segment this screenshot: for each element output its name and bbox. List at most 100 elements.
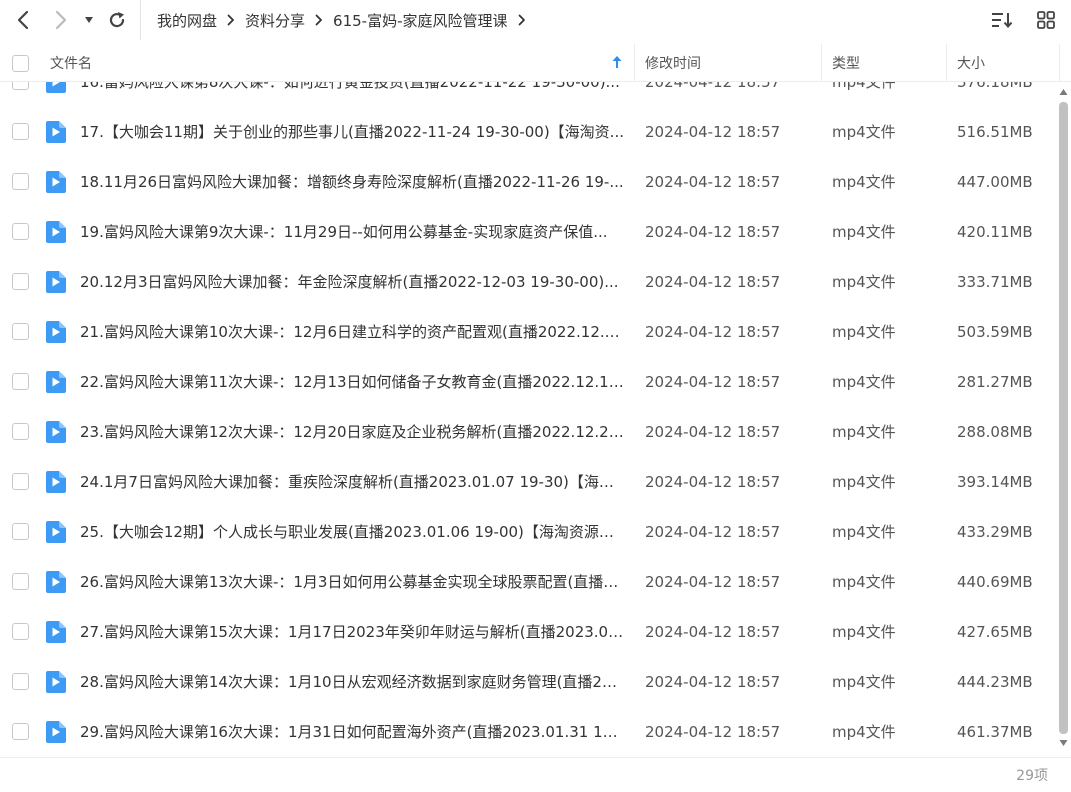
row-checkbox[interactable] <box>12 173 29 190</box>
video-file-icon <box>46 421 66 443</box>
file-type: mp4文件 <box>832 123 896 141</box>
row-checkbox[interactable] <box>12 423 29 440</box>
row-checkbox[interactable] <box>12 623 29 640</box>
table-row[interactable]: 17.【大咖会11期】关于创业的那些事儿(直播2022-11-24 19-30-… <box>0 107 1056 157</box>
file-modified-time: 2024-04-12 18:57 <box>645 723 781 741</box>
refresh-icon <box>109 12 125 28</box>
file-name[interactable]: 28.富妈风险大课第14次大课：1月10日从宏观经济数据到家庭财务管理(直播20… <box>80 657 625 707</box>
column-header-name[interactable]: 文件名 <box>50 44 630 82</box>
file-name[interactable]: 29.富妈风险大课第16次大课：1月31日如何配置海外资产(直播2023.01.… <box>80 707 625 757</box>
file-modified-time: 2024-04-12 18:57 <box>645 523 781 541</box>
row-checkbox[interactable] <box>12 573 29 590</box>
row-checkbox[interactable] <box>12 323 29 340</box>
row-checkbox[interactable] <box>12 373 29 390</box>
table-row[interactable]: 22.富妈风险大课第11次大课-：12月13日如何储备子女教育金(直播2022.… <box>0 357 1056 407</box>
file-modified-time: 2024-04-12 18:57 <box>645 123 781 141</box>
scrollbar-thumb[interactable] <box>1059 102 1068 734</box>
column-header-row: 文件名 修改时间 类型 大小 <box>0 44 1071 82</box>
table-row[interactable]: 27.富妈风险大课第15次大课：1月17日2023年癸卯年财运与解析(直播202… <box>0 607 1056 657</box>
scroll-down-arrow-icon[interactable] <box>1059 739 1068 747</box>
video-file-icon <box>46 571 66 593</box>
row-checkbox[interactable] <box>12 273 29 290</box>
file-name[interactable]: 23.富妈风险大课第12次大课-：12月20日家庭及企业税务解析(直播2022.… <box>80 407 625 457</box>
refresh-button[interactable] <box>102 5 132 35</box>
caret-down-icon <box>85 17 93 23</box>
table-row[interactable]: 20.12月3日富妈风险大课加餐：年金险深度解析(直播2022-12-03 19… <box>0 257 1056 307</box>
file-name[interactable]: 19.富妈风险大课第9次大课-：11月29日--如何用公募基金-实现家庭资产保值… <box>80 207 625 257</box>
file-size: 444.23MB <box>957 673 1033 691</box>
back-button[interactable] <box>8 5 38 35</box>
file-size: 420.11MB <box>957 223 1033 241</box>
table-row[interactable]: 19.富妈风险大课第9次大课-：11月29日--如何用公募基金-实现家庭资产保值… <box>0 207 1056 257</box>
column-header-size[interactable]: 大小 <box>957 44 985 82</box>
status-bar: 29项 <box>0 757 1071 792</box>
file-type: mp4文件 <box>832 223 896 241</box>
chevron-right-icon <box>315 14 322 26</box>
table-row[interactable]: 25.【大咖会12期】个人成长与职业发展(直播2023.01.06 19-00)… <box>0 507 1056 557</box>
vertical-scrollbar[interactable] <box>1056 82 1071 757</box>
file-name[interactable]: 24.1月7日富妈风险大课加餐：重疾险深度解析(直播2023.01.07 19-… <box>80 457 625 507</box>
breadcrumb-item-current[interactable]: 615-富妈-家庭风险管理课 <box>333 10 507 31</box>
chevron-right-icon <box>518 14 525 26</box>
file-name[interactable]: 27.富妈风险大课第15次大课：1月17日2023年癸卯年财运与解析(直播202… <box>80 607 625 657</box>
column-divider[interactable] <box>634 44 635 82</box>
file-type: mp4文件 <box>832 173 896 191</box>
file-name[interactable]: 21.富妈风险大课第10次大课-：12月6日建立科学的资产配置观(直播2022.… <box>80 307 625 357</box>
row-checkbox[interactable] <box>12 82 29 90</box>
file-size: 333.71MB <box>957 273 1033 291</box>
forward-button[interactable] <box>46 5 76 35</box>
breadcrumb-item-root[interactable]: 我的网盘 <box>157 10 217 31</box>
file-type: mp4文件 <box>832 723 896 741</box>
sort-button[interactable] <box>987 5 1017 35</box>
arrow-up-icon <box>612 56 622 68</box>
file-name[interactable]: 22.富妈风险大课第11次大课-：12月13日如何储备子女教育金(直播2022.… <box>80 357 625 407</box>
file-list: 16.富妈风险大课第8次大课-：如何进行黄金投资(直播2022-11-22 19… <box>0 82 1056 757</box>
row-checkbox[interactable] <box>12 123 29 140</box>
table-row[interactable]: 26.富妈风险大课第13次大课-：1月3日如何用公募基金实现全球股票配置(直播2… <box>0 557 1056 607</box>
table-row[interactable]: 29.富妈风险大课第16次大课：1月31日如何配置海外资产(直播2023.01.… <box>0 707 1056 757</box>
grid-view-button[interactable] <box>1031 5 1061 35</box>
file-name[interactable]: 25.【大咖会12期】个人成长与职业发展(直播2023.01.06 19-00)… <box>80 507 625 557</box>
select-all-checkbox[interactable] <box>12 54 29 72</box>
column-header-type[interactable]: 类型 <box>832 44 860 82</box>
column-divider[interactable] <box>821 44 822 82</box>
breadcrumb-separator[interactable] <box>518 14 526 26</box>
history-dropdown-button[interactable] <box>77 5 101 35</box>
file-name[interactable]: 16.富妈风险大课第8次大课-：如何进行黄金投资(直播2022-11-22 19… <box>80 82 625 107</box>
file-type: mp4文件 <box>832 373 896 391</box>
table-row[interactable]: 24.1月7日富妈风险大课加餐：重疾险深度解析(直播2023.01.07 19-… <box>0 457 1056 507</box>
file-name[interactable]: 26.富妈风险大课第13次大课-：1月3日如何用公募基金实现全球股票配置(直播2… <box>80 557 625 607</box>
breadcrumb-item-share[interactable]: 资料分享 <box>245 10 305 31</box>
table-row[interactable]: 18.11月26日富妈风险大课加餐：增额终身寿险深度解析(直播2022-11-2… <box>0 157 1056 207</box>
row-checkbox[interactable] <box>12 223 29 240</box>
column-divider[interactable] <box>946 44 947 82</box>
breadcrumb-separator <box>315 14 323 26</box>
file-name[interactable]: 20.12月3日富妈风险大课加餐：年金险深度解析(直播2022-12-03 19… <box>80 257 625 307</box>
table-row[interactable]: 28.富妈风险大课第14次大课：1月10日从宏观经济数据到家庭财务管理(直播20… <box>0 657 1056 707</box>
file-name[interactable]: 17.【大咖会11期】关于创业的那些事儿(直播2022-11-24 19-30-… <box>80 107 625 157</box>
column-header-mtime[interactable]: 修改时间 <box>645 44 701 82</box>
video-file-icon <box>46 671 66 693</box>
table-row[interactable]: 21.富妈风险大课第10次大课-：12月6日建立科学的资产配置观(直播2022.… <box>0 307 1056 357</box>
grid-view-icon <box>1037 11 1055 29</box>
file-modified-time: 2024-04-12 18:57 <box>645 573 781 591</box>
file-modified-time: 2024-04-12 18:57 <box>645 273 781 291</box>
file-size: 376.18MB <box>957 82 1033 91</box>
row-checkbox[interactable] <box>12 523 29 540</box>
breadcrumb-separator <box>227 14 235 26</box>
video-file-icon <box>46 171 66 193</box>
file-name[interactable]: 18.11月26日富妈风险大课加餐：增额终身寿险深度解析(直播2022-11-2… <box>80 157 625 207</box>
scroll-up-arrow-icon[interactable] <box>1059 88 1068 96</box>
column-header-type-label: 类型 <box>832 56 860 72</box>
file-modified-time: 2024-04-12 18:57 <box>645 623 781 641</box>
file-size: 393.14MB <box>957 473 1033 491</box>
row-checkbox[interactable] <box>12 723 29 740</box>
column-divider[interactable] <box>1059 44 1060 82</box>
row-checkbox[interactable] <box>12 673 29 690</box>
table-row[interactable]: 23.富妈风险大课第12次大课-：12月20日家庭及企业税务解析(直播2022.… <box>0 407 1056 457</box>
table-row[interactable]: 16.富妈风险大课第8次大课-：如何进行黄金投资(直播2022-11-22 19… <box>0 82 1056 107</box>
file-modified-time: 2024-04-12 18:57 <box>645 223 781 241</box>
file-modified-time: 2024-04-12 18:57 <box>645 373 781 391</box>
row-checkbox[interactable] <box>12 473 29 490</box>
video-file-icon <box>46 82 66 93</box>
